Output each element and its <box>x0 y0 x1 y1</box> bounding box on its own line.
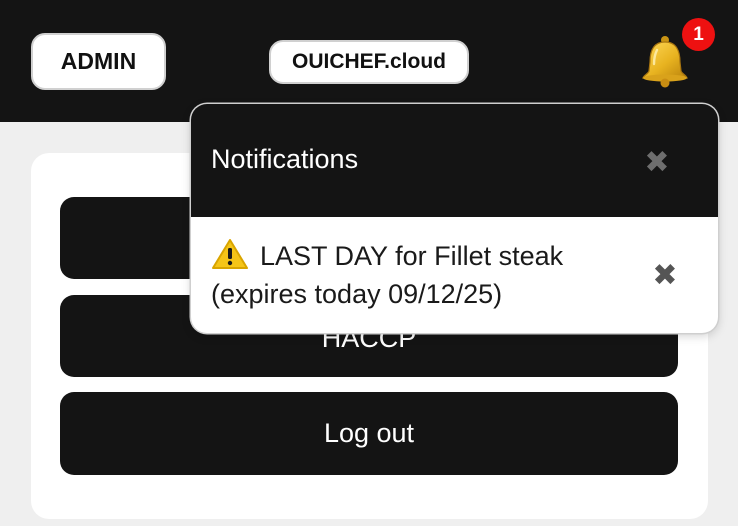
close-glyph: ✖ <box>644 144 670 180</box>
brand-link[interactable]: OUICHEF.cloud <box>269 40 469 84</box>
notifications-title: Notifications <box>211 144 359 174</box>
warning-icon <box>211 238 249 270</box>
dismiss-glyph: ✖ <box>652 257 678 293</box>
dismiss-notification-icon[interactable]: ✖ <box>645 255 685 295</box>
notifications-header: Notifications ✖ <box>191 104 718 217</box>
notification-line-1: LAST DAY for Fillet steak <box>260 241 564 271</box>
admin-label: ADMIN <box>60 48 137 74</box>
admin-button[interactable]: ADMIN <box>31 33 166 90</box>
close-icon[interactable]: ✖ <box>637 142 677 182</box>
notification-text: LAST DAY for Fillet steak (expires today… <box>211 237 631 313</box>
notifications-panel: Notifications ✖ LAST DAY for Fillet stea… <box>191 104 718 333</box>
logout-button-label: Log out <box>323 418 415 448</box>
notification-count: 1 <box>693 23 704 45</box>
logout-button[interactable]: Log out <box>60 392 678 475</box>
notification-count-badge: 1 <box>682 18 715 51</box>
notification-item: LAST DAY for Fillet steak (expires today… <box>191 217 718 333</box>
brand-label: OUICHEF.cloud <box>291 50 446 73</box>
notification-line-2: (expires today 09/12/25) <box>211 279 503 309</box>
